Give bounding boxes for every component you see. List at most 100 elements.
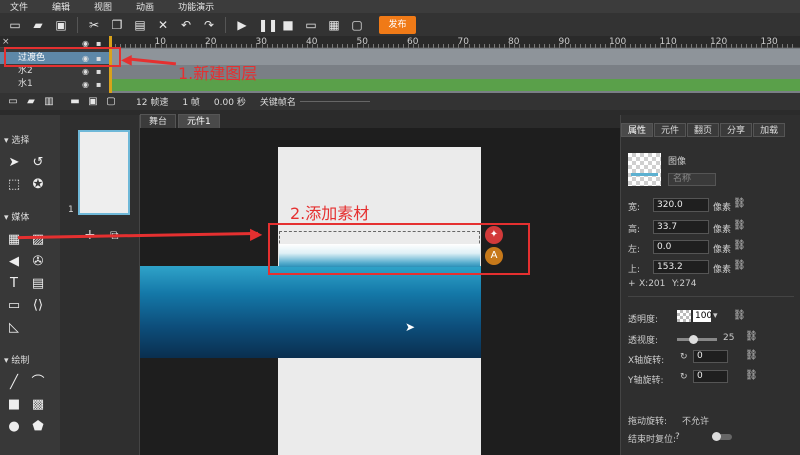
tab-share[interactable]: 分享: [720, 123, 753, 137]
left-input[interactable]: 0.0: [653, 240, 709, 254]
code-icon[interactable]: ⟨⟩: [30, 298, 46, 314]
preview-icon[interactable]: ▭: [304, 18, 318, 32]
blank-keyframe-icon[interactable]: ▢: [104, 95, 118, 109]
top-input[interactable]: 153.2: [653, 260, 709, 274]
section-select-label: 选择: [11, 136, 30, 146]
tab-properties[interactable]: 属性: [621, 123, 654, 137]
reset-toggle-knob[interactable]: [712, 432, 721, 441]
height-input[interactable]: 33.7: [653, 220, 709, 234]
rotate-y-input[interactable]: 0: [693, 370, 728, 383]
qrcode-icon[interactable]: ▦: [327, 18, 341, 32]
water-image[interactable]: [140, 266, 481, 358]
open-folder-icon[interactable]: ▰: [31, 18, 45, 32]
lock-icon[interactable]: ▪: [96, 80, 101, 89]
undo-icon[interactable]: ↶: [179, 18, 193, 32]
layer-name: 水2: [18, 66, 33, 76]
opacity-input[interactable]: 100: [693, 310, 712, 322]
ruler-mark: 100: [609, 37, 627, 47]
curve-icon[interactable]: ⌒: [30, 375, 46, 391]
help-icon[interactable]: ?: [675, 432, 680, 442]
rotate-icon[interactable]: ↺: [30, 155, 46, 171]
rotate-y-label: Y轴旋转:: [628, 376, 664, 386]
add-layer-icon[interactable]: ▭: [6, 95, 20, 109]
ruler-mark: 120: [710, 37, 728, 47]
play-icon[interactable]: ▶: [235, 18, 249, 32]
pointer-icon[interactable]: ➤: [6, 155, 22, 171]
rotate-x-input[interactable]: 0: [693, 350, 728, 363]
tab-stage[interactable]: 舞台: [140, 114, 177, 128]
rotate-x-label: X轴旋转:: [628, 356, 665, 366]
save-icon[interactable]: ▣: [54, 18, 68, 32]
menu-demo[interactable]: 功能演示: [178, 0, 214, 13]
polygon-icon[interactable]: ⬟: [30, 419, 46, 435]
link-icon[interactable]: ⛓: [733, 198, 746, 209]
opacity-swatch[interactable]: [677, 310, 691, 322]
visibility-icon[interactable]: ◉: [82, 67, 89, 76]
text-icon[interactable]: T: [6, 276, 22, 292]
reset-on-end-label: 结束时复位:: [628, 435, 677, 445]
delete-icon[interactable]: ✕: [156, 18, 170, 32]
link-icon[interactable]: ⛓: [745, 370, 758, 381]
name-input[interactable]: 名称: [668, 173, 716, 186]
rounded-rect-icon[interactable]: ▩: [30, 397, 46, 413]
keyframe-name-field[interactable]: [299, 101, 370, 102]
menu-animation[interactable]: 动画: [136, 0, 154, 13]
tab-pageflip[interactable]: 翻页: [687, 123, 720, 137]
cut-icon[interactable]: ✂: [87, 18, 101, 32]
marquee-icon[interactable]: ⬚: [6, 177, 22, 193]
time-readout: 0.00 秒: [213, 98, 246, 108]
add-folder-icon[interactable]: ▰: [24, 95, 38, 109]
rectangle-icon[interactable]: ■: [6, 397, 22, 413]
tab-symbol[interactable]: 元件: [654, 123, 687, 137]
image-preview: [628, 153, 661, 186]
link-icon[interactable]: ⛓: [733, 240, 746, 251]
layer-item[interactable]: 水1: [0, 78, 110, 90]
link-icon[interactable]: ⛓: [733, 260, 746, 271]
delete-layer-icon[interactable]: ▥: [42, 95, 56, 109]
export-icon[interactable]: ▢: [350, 18, 364, 32]
ruler-close-icon[interactable]: ×: [2, 37, 10, 47]
new-file-icon[interactable]: ▭: [8, 18, 22, 32]
line-icon[interactable]: ╱: [6, 375, 22, 391]
menu-view[interactable]: 视图: [94, 0, 112, 13]
toolbar: ▭ ▰ ▣ ✂ ❐ ▤ ✕ ↶ ↷ ▶ ❚❚ ■ ▭ ▦ ▢ 发布: [0, 13, 800, 36]
grid-icon[interactable]: ▦: [6, 232, 22, 248]
perspective-slider-knob[interactable]: [689, 335, 698, 344]
circle-icon[interactable]: ●: [6, 419, 22, 435]
width-input[interactable]: 320.0: [653, 198, 709, 212]
stop-icon[interactable]: ■: [281, 18, 295, 32]
perspective-label: 透视度:: [628, 336, 659, 346]
copy-icon[interactable]: ❐: [110, 18, 124, 32]
opacity-dropdown-icon[interactable]: ▾: [713, 311, 718, 321]
audio-icon[interactable]: ◀: [6, 254, 22, 270]
menu-edit[interactable]: 编辑: [52, 0, 70, 13]
menu-file[interactable]: 文件: [10, 0, 28, 13]
image-icon[interactable]: ▨: [30, 232, 46, 248]
video-icon[interactable]: ✇: [30, 254, 46, 270]
ruler-mark: 130: [760, 37, 778, 47]
lock-icon[interactable]: ▪: [96, 67, 101, 76]
keyframe-icon[interactable]: ▣: [86, 95, 100, 109]
pause-icon[interactable]: ❚❚: [258, 18, 278, 32]
drag-rotate-select[interactable]: 不允许: [682, 414, 709, 427]
star-tool-icon[interactable]: ✪: [30, 177, 46, 193]
paste-icon[interactable]: ▤: [133, 18, 147, 32]
page-thumbnail[interactable]: [78, 130, 130, 215]
thumb-page-number: 1: [68, 205, 74, 215]
frame-tool-icon[interactable]: ▬: [68, 95, 82, 109]
section-draw: ▾ 绘制: [4, 356, 30, 366]
mouse-cursor-icon: ➤: [405, 320, 416, 334]
link-icon[interactable]: ⛓: [733, 310, 746, 321]
link-icon[interactable]: ⛓: [733, 220, 746, 231]
frame-icon[interactable]: ▭: [6, 298, 22, 314]
link-icon[interactable]: ⛓: [745, 350, 758, 361]
visibility-icon[interactable]: ◉: [82, 80, 89, 89]
redo-icon[interactable]: ↷: [202, 18, 216, 32]
textbox-icon[interactable]: ▤: [30, 276, 46, 292]
link-icon[interactable]: ⛓: [745, 331, 758, 342]
tab-loading[interactable]: 加载: [753, 123, 786, 137]
publish-button[interactable]: 发布: [379, 15, 416, 34]
tab-symbol1[interactable]: 元件1: [178, 114, 220, 128]
section-select: ▾ 选择: [4, 136, 30, 146]
chart-icon[interactable]: ◺: [6, 320, 22, 336]
